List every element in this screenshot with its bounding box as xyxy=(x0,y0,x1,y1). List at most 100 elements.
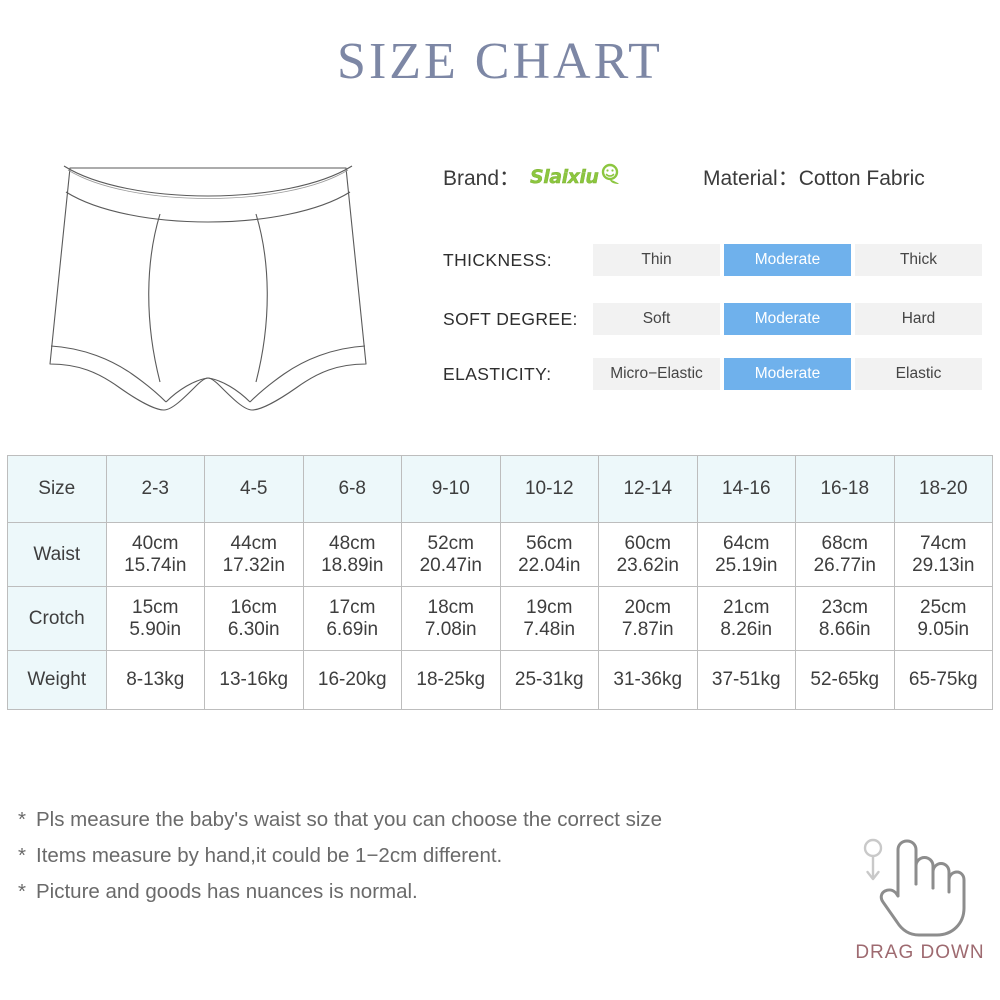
waist-in-1: 15.74in xyxy=(124,554,187,576)
option-thin[interactable]: Thin xyxy=(593,244,720,276)
crotch-cell-8: 23cm 8.66in xyxy=(795,586,895,651)
attribute-row-elasticity: ELASTICITY: Micro−Elastic Moderate Elast… xyxy=(443,358,993,390)
crotch-in-4: 7.08in xyxy=(424,618,477,640)
table-row-crotch: Crotch 15cm 5.90in 16cm 6.30in 17cm 6.69… xyxy=(7,586,993,651)
crotch-cell-7: 21cm 8.26in xyxy=(696,586,796,651)
header-cell-size: Size xyxy=(7,455,107,523)
note-marker-1: * xyxy=(18,808,26,831)
size-table-wrap: Size 2-3 4-5 6-8 9-10 10-12 12-14 14-16 … xyxy=(7,455,993,710)
attribute-row-thickness: THICKNESS: Thin Moderate Thick xyxy=(443,244,993,276)
waist-in-5: 22.04in xyxy=(518,554,581,576)
leaf-icon xyxy=(599,163,621,191)
row-label-weight: Weight xyxy=(7,650,107,710)
crotch-cm-4: 18cm xyxy=(427,597,474,619)
weight-cell-5: 25-31kg xyxy=(499,650,599,710)
waist-cell-4: 52cm 20.47in xyxy=(401,522,501,587)
page-title: SIZE CHART xyxy=(337,33,663,90)
crotch-cell-9: 25cm 9.05in xyxy=(893,586,993,651)
option-thickness-moderate[interactable]: Moderate xyxy=(724,244,851,276)
crotch-cell-3: 17cm 6.69in xyxy=(302,586,402,651)
header-cell-6: 12-14 xyxy=(598,455,698,523)
waist-cm-5: 56cm xyxy=(526,533,573,555)
crotch-cm-1: 15cm xyxy=(132,597,179,619)
option-soft[interactable]: Soft xyxy=(593,303,720,335)
waist-cell-3: 48cm 18.89in xyxy=(302,522,402,587)
waist-cm-6: 60cm xyxy=(624,533,671,555)
crotch-cell-1: 15cm 5.90in xyxy=(105,586,205,651)
table-row-weight: Weight 8-13kg 13-16kg 16-20kg 18-25kg 25… xyxy=(7,650,993,710)
waist-in-2: 17.32in xyxy=(222,554,285,576)
waist-cell-9: 74cm 29.13in xyxy=(893,522,993,587)
waist-in-3: 18.89in xyxy=(321,554,384,576)
attribute-label-soft-degree: SOFT DEGREE: xyxy=(443,309,578,329)
waist-in-6: 23.62in xyxy=(616,554,679,576)
size-table: Size 2-3 4-5 6-8 9-10 10-12 12-14 14-16 … xyxy=(7,455,993,710)
crotch-cm-5: 19cm xyxy=(526,597,573,619)
brand-name: Slaixiu xyxy=(530,166,599,188)
option-hard[interactable]: Hard xyxy=(855,303,982,335)
crotch-cm-7: 21cm xyxy=(723,597,770,619)
crotch-in-5: 7.48in xyxy=(523,618,576,640)
hand-pointer-icon xyxy=(853,836,968,941)
option-elasticity-moderate[interactable]: Moderate xyxy=(724,358,851,390)
waist-in-9: 29.13in xyxy=(912,554,975,576)
crotch-cell-4: 18cm 7.08in xyxy=(401,586,501,651)
crotch-in-8: 8.66in xyxy=(818,618,871,640)
crotch-cm-2: 16cm xyxy=(230,597,277,619)
weight-cell-7: 37-51kg xyxy=(696,650,796,710)
drag-down-label: DRAG DOWN xyxy=(855,942,985,963)
header-cell-4: 9-10 xyxy=(401,455,501,523)
waist-cm-3: 48cm xyxy=(329,533,376,555)
weight-cell-6: 31-36kg xyxy=(598,650,698,710)
notes-list: * Pls measure the baby's waist so that yo… xyxy=(18,802,898,910)
waist-cell-1: 40cm 15.74in xyxy=(105,522,205,587)
note-text-3: Picture and goods has nuances is normal. xyxy=(36,880,418,903)
weight-cell-2: 13-16kg xyxy=(204,650,304,710)
header-cell-5: 10-12 xyxy=(499,455,599,523)
header-cell-1: 2-3 xyxy=(105,455,205,523)
header-cell-9: 18-20 xyxy=(893,455,993,523)
brand-label: Brand： xyxy=(443,167,521,190)
header-cell-2: 4-5 xyxy=(204,455,304,523)
crotch-cell-2: 16cm 6.30in xyxy=(204,586,304,651)
waist-cm-9: 74cm xyxy=(920,533,967,555)
option-micro-elastic[interactable]: Micro−Elastic xyxy=(593,358,720,390)
crotch-in-9: 9.05in xyxy=(917,618,970,640)
waist-cell-5: 56cm 22.04in xyxy=(499,522,599,587)
crotch-in-3: 6.69in xyxy=(326,618,379,640)
material-label: Material：Cotton Fabric xyxy=(703,167,925,190)
crotch-in-6: 7.87in xyxy=(621,618,674,640)
waist-cm-8: 68cm xyxy=(821,533,868,555)
table-header-row: Size 2-3 4-5 6-8 9-10 10-12 12-14 14-16 … xyxy=(7,455,993,523)
note-text-2: Items measure by hand,it could be 1−2cm … xyxy=(36,844,503,867)
crotch-in-7: 8.26in xyxy=(720,618,773,640)
crotch-in-1: 5.90in xyxy=(129,618,182,640)
weight-cell-4: 18-25kg xyxy=(401,650,501,710)
brand-group: Brand： Slaixiu xyxy=(443,162,621,192)
waist-cm-1: 40cm xyxy=(132,533,179,555)
waist-cell-6: 60cm 23.62in xyxy=(598,522,698,587)
attribute-options-soft-degree: Soft Moderate Hard xyxy=(593,303,982,335)
weight-cell-1: 8-13kg xyxy=(105,650,205,710)
header-cell-8: 16-18 xyxy=(795,455,895,523)
attribute-label-elasticity: ELASTICITY: xyxy=(443,364,552,384)
product-illustration xyxy=(8,140,408,412)
crotch-cm-6: 20cm xyxy=(624,597,671,619)
option-soft-degree-moderate[interactable]: Moderate xyxy=(724,303,851,335)
row-label-waist: Waist xyxy=(7,522,107,587)
row-label-crotch: Crotch xyxy=(7,586,107,651)
drag-down-hint: DRAG DOWN xyxy=(845,836,995,976)
note-item-3: * Picture and goods has nuances is normal… xyxy=(18,874,898,910)
waist-in-8: 26.77in xyxy=(813,554,876,576)
waist-cell-2: 44cm 17.32in xyxy=(204,522,304,587)
header-cell-7: 14-16 xyxy=(696,455,796,523)
note-item-2: * Items measure by hand,it could be 1−2cm… xyxy=(18,838,898,874)
weight-cell-3: 16-20kg xyxy=(302,650,402,710)
waist-cm-7: 64cm xyxy=(723,533,770,555)
weight-cell-9: 65-75kg xyxy=(893,650,993,710)
waist-cell-8: 68cm 26.77in xyxy=(795,522,895,587)
option-thick[interactable]: Thick xyxy=(855,244,982,276)
weight-cell-8: 52-65kg xyxy=(795,650,895,710)
option-elastic[interactable]: Elastic xyxy=(855,358,982,390)
waist-cell-7: 64cm 25.19in xyxy=(696,522,796,587)
